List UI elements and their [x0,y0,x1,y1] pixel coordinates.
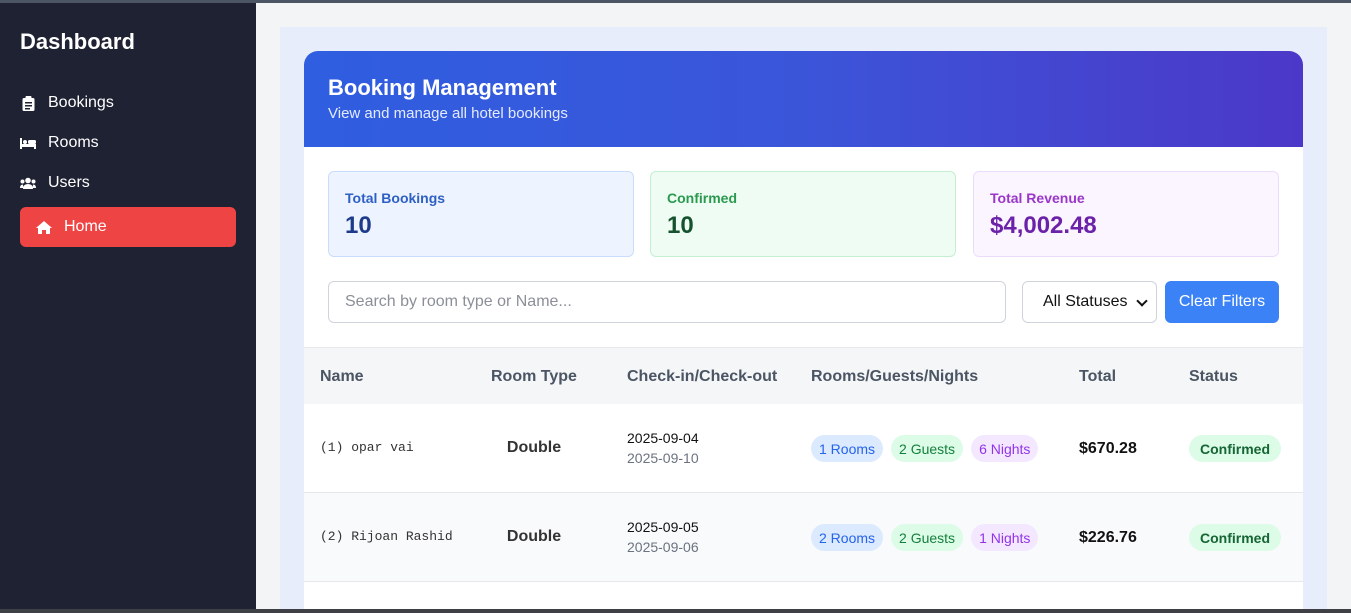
column-header-dates[interactable]: Check-in/Check-out [627,368,777,386]
home-icon [36,219,52,235]
stat-confirmed: Confirmed 10 [650,171,956,257]
status-badge: Confirmed [1189,524,1281,551]
sidebar-item-label: Home [64,218,107,235]
check-in-date: 2025-09-04 [627,430,699,446]
nights-badge: 6 Nights [971,435,1039,462]
sidebar-item-label: Rooms [48,134,99,151]
stay-dates: 2025-09-05 2025-09-06 [627,519,699,555]
check-out-date: 2025-09-10 [627,450,699,466]
search-input[interactable] [328,281,1006,323]
guest-name: (1) opar vai [320,440,414,455]
clipboard-icon [20,95,36,111]
column-header-total[interactable]: Total [1079,368,1116,386]
booking-total: $670.28 [1079,440,1137,457]
guests-badge: 2 Guests [891,435,964,462]
column-header-status[interactable]: Status [1189,368,1238,386]
guest-name: (2) Rijoan Rashid [320,529,453,544]
room-type: Double [506,439,562,456]
rooms-badge: 2 Rooms [811,524,884,551]
room-type: Double [506,528,562,545]
status-badge: Confirmed [1189,435,1281,462]
check-in-date: 2025-09-05 [627,519,699,535]
table-header: Name Room Type Check-in/Check-out Rooms/… [304,347,1303,404]
column-header-room-type[interactable]: Room Type [491,368,577,386]
nights-badge: 1 Nights [971,524,1039,551]
stat-label: Confirmed [667,190,737,206]
sidebar-item-bookings[interactable]: Bookings [20,83,236,123]
table-row[interactable]: (1) opar vai Double 2025-09-04 2025-09-1… [304,404,1303,493]
column-header-name[interactable]: Name [320,368,364,386]
stat-total-revenue: Total Revenue $4,002.48 [973,171,1279,257]
page-title: Booking Management [328,75,557,100]
chevron-down-icon [1136,295,1148,307]
booking-management-card: Booking Management View and manage all h… [304,51,1303,613]
status-filter-select[interactable]: All Statuses [1022,281,1157,323]
check-out-date: 2025-09-06 [627,539,699,555]
window-bottom-border [0,609,1351,613]
stat-label: Total Revenue [990,190,1085,206]
stat-value: $4,002.48 [990,212,1097,239]
column-header-rooms-guests-nights[interactable]: Rooms/Guests/Nights [811,368,978,386]
stat-value: 10 [345,212,372,239]
table-row[interactable]: (2) Rijoan Rashid Double 2025-09-05 2025… [304,493,1303,582]
stat-value: 10 [667,212,694,239]
clear-filters-button[interactable]: Clear Filters [1165,281,1279,323]
page-subtitle: View and manage all hotel bookings [328,105,568,122]
booking-counts: 1 Rooms 2 Guests 6 Nights [811,435,1046,462]
card-header: Booking Management View and manage all h… [304,51,1303,147]
booking-total: $226.76 [1079,529,1137,546]
stay-dates: 2025-09-04 2025-09-10 [627,430,699,466]
sidebar-brand: Dashboard [20,29,135,54]
stat-total-bookings: Total Bookings 10 [328,171,634,257]
booking-counts: 2 Rooms 2 Guests 1 Nights [811,524,1046,551]
sidebar: Dashboard Bookings Rooms Users Home [0,3,256,613]
sidebar-item-rooms[interactable]: Rooms [20,123,236,163]
status-filter-value: All Statuses [1043,293,1128,310]
sidebar-item-label: Bookings [48,94,114,111]
sidebar-item-label: Users [48,174,90,191]
bed-icon [20,135,36,151]
sidebar-item-home[interactable]: Home [20,207,236,247]
stat-label: Total Bookings [345,190,446,206]
guests-badge: 2 Guests [891,524,964,551]
sidebar-item-users[interactable]: Users [20,163,236,203]
users-icon [20,175,36,191]
rooms-badge: 1 Rooms [811,435,884,462]
